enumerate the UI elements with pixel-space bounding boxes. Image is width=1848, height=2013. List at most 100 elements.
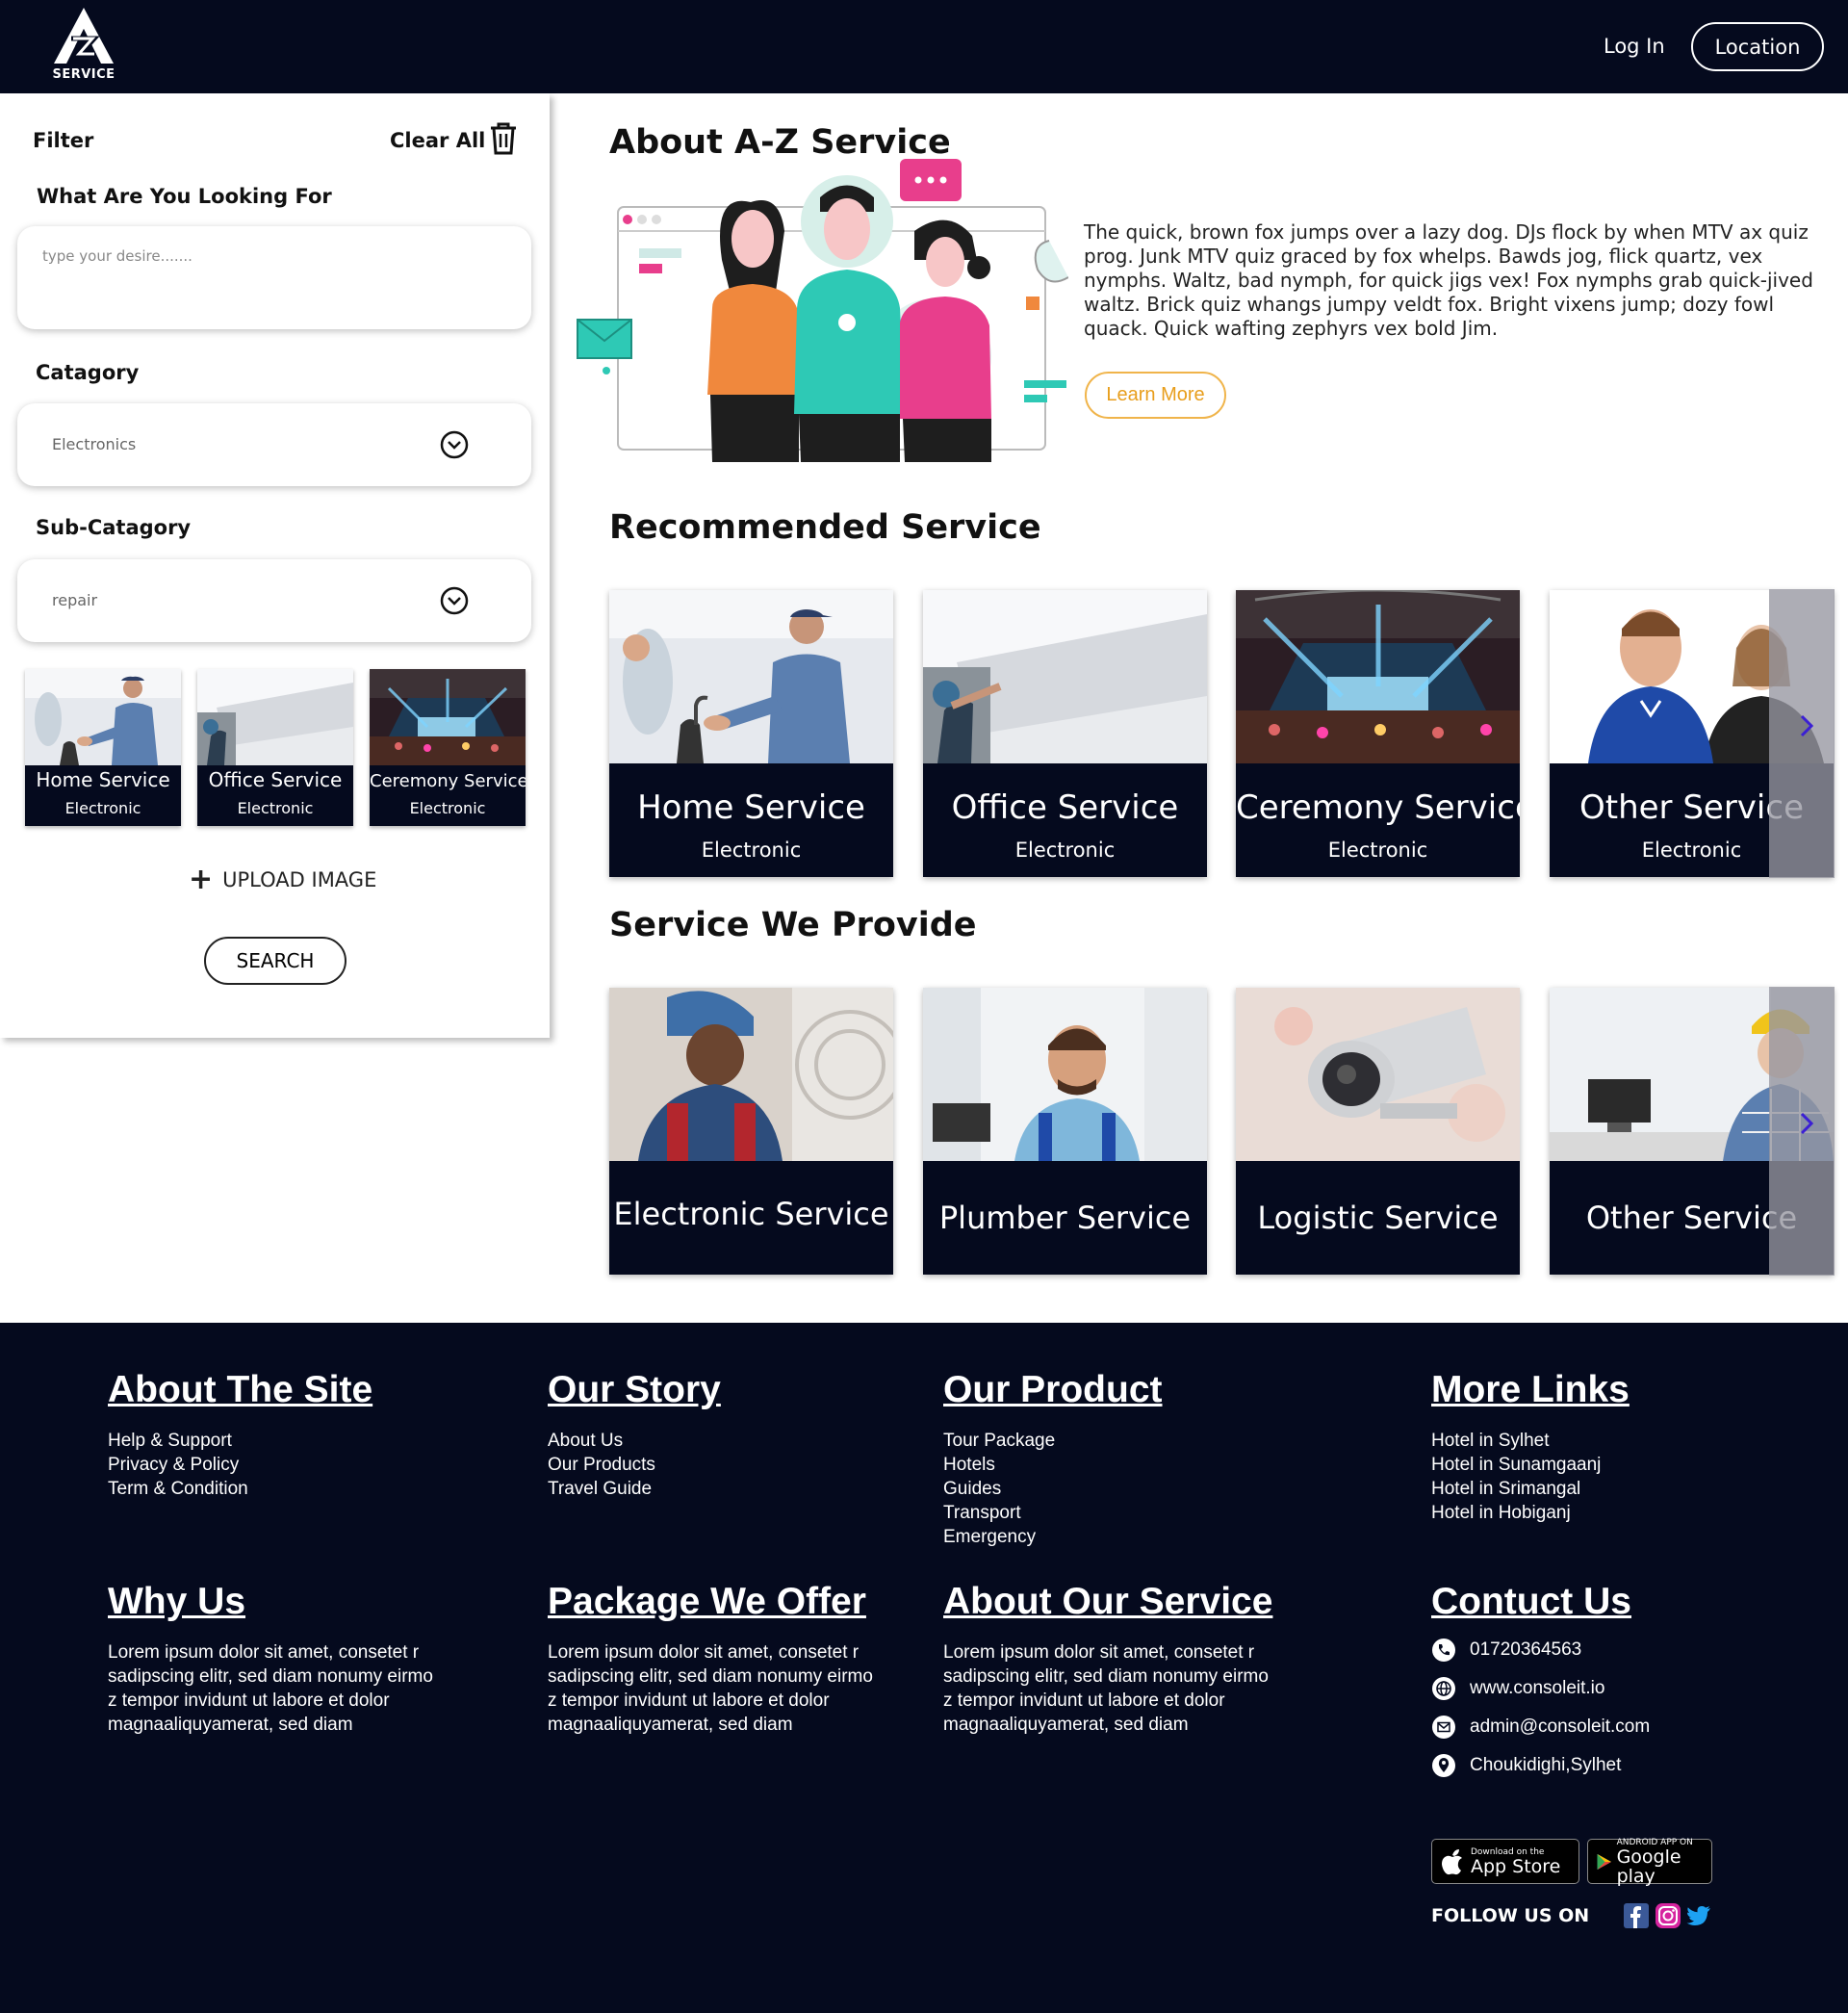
contact-address[interactable]: Choukidighi,Sylhet (1431, 1753, 1650, 1777)
footer-link[interactable]: Hotel in Srimangal (1431, 1477, 1630, 1501)
trash-icon[interactable] (489, 122, 518, 155)
recommended-card-ceremony[interactable]: Ceremony Service Electronic (1236, 590, 1520, 877)
search-button[interactable]: SEARCH (204, 937, 346, 985)
play-store-icon (1597, 1853, 1611, 1870)
mini-card-title: Ceremony Service (370, 771, 526, 791)
provide-card-electronic[interactable]: Electronic Service (609, 988, 893, 1275)
footer-link[interactable]: Hotel in Sunamgaanj (1431, 1453, 1630, 1477)
plumber-service-photo (923, 988, 1207, 1161)
location-button[interactable]: Location (1691, 22, 1824, 71)
recommended-title: Recommended Service (609, 508, 1041, 547)
mini-card-ceremony-service[interactable]: Ceremony Service Electronic (370, 669, 526, 826)
subcategory-select[interactable]: repair (17, 559, 531, 642)
chevron-down-icon (440, 430, 469, 459)
about-text: The quick, brown fox jumps over a lazy d… (1084, 220, 1813, 340)
category-label: Catagory (36, 361, 140, 384)
footer-link[interactable]: Transport (943, 1501, 1163, 1525)
clear-all-button[interactable]: Clear All (390, 129, 485, 152)
site-logo[interactable]: SERVICE (50, 6, 123, 85)
logo-mark-icon (54, 8, 114, 64)
logistic-service-photo (1236, 988, 1520, 1161)
filter-sidebar: Filter Clear All What Are You Looking Fo… (0, 93, 550, 1038)
footer-paragraph: Lorem ipsum dolor sit amet, consetet r s… (548, 1642, 873, 1735)
footer-link[interactable]: Hotel in Sylhet (1431, 1429, 1630, 1453)
footer-link[interactable]: Tour Package (943, 1429, 1163, 1453)
ceremony-service-photo (370, 669, 526, 765)
provide-card-plumber[interactable]: Plumber Service (923, 988, 1207, 1275)
footer-heading: About Our Service (943, 1581, 1273, 1622)
office-service-photo (197, 669, 353, 765)
footer-link[interactable]: Guides (943, 1477, 1163, 1501)
mail-icon (1432, 1715, 1455, 1739)
login-link[interactable]: Log In (1604, 35, 1665, 58)
globe-icon (1432, 1676, 1455, 1700)
footer-heading: More Links (1431, 1369, 1630, 1410)
footer-link[interactable]: Our Products (548, 1453, 721, 1477)
footer-package: Package We Offer Lorem ipsum dolor sit a… (548, 1581, 885, 1737)
contact-address-text: Choukidighi,Sylhet (1470, 1754, 1622, 1775)
location-pin-icon (1432, 1753, 1455, 1777)
footer-heading: Our Product (943, 1369, 1163, 1410)
contact-phone[interactable]: 01720364563 (1431, 1638, 1650, 1662)
footer-link[interactable]: Hotel in Hobiganj (1431, 1501, 1630, 1525)
top-nav-bar: SERVICE Log In Location (0, 0, 1848, 93)
facebook-icon[interactable] (1624, 1903, 1649, 1928)
footer-our-story: Our Story About Us Our Products Travel G… (548, 1369, 721, 1501)
learn-more-button[interactable]: Learn More (1085, 372, 1226, 419)
mini-card-subtitle: Electronic (409, 799, 486, 817)
chevron-right-icon (1800, 1112, 1813, 1135)
google-play-small: ANDROID APP ON (1616, 1837, 1693, 1847)
recommended-card-home[interactable]: Home Service Electronic (609, 590, 893, 877)
footer-why-us: Why Us Lorem ipsum dolor sit amet, conse… (108, 1581, 445, 1737)
footer-heading: Our Story (548, 1369, 721, 1410)
team-illustration (577, 159, 1068, 462)
mini-card-subtitle: Electronic (237, 799, 314, 817)
footer-contact: Contuct Us 01720364563 www.consoleit.io (1431, 1581, 1650, 1777)
desire-input[interactable] (42, 247, 504, 305)
contact-email-text: admin@consoleit.com (1470, 1716, 1651, 1737)
google-play-big: Google play (1616, 1845, 1681, 1887)
footer-about-service: About Our Service Lorem ipsum dolor sit … (943, 1581, 1280, 1737)
follow-us-label: FOLLOW US ON (1431, 1905, 1590, 1926)
footer-heading: About The Site (108, 1369, 373, 1410)
phone-icon (1432, 1638, 1455, 1662)
mini-card-title: Home Service (36, 768, 170, 791)
chevron-right-icon (1800, 714, 1813, 737)
footer-link[interactable]: Hotels (943, 1453, 1163, 1477)
recommended-next-arrow[interactable] (1769, 589, 1835, 878)
footer-link[interactable]: Privacy & Policy (108, 1453, 372, 1477)
footer-link[interactable]: Emergency (943, 1525, 1163, 1549)
card-subtitle: Electronic (1014, 839, 1116, 862)
upload-image-button[interactable]: + UPLOAD IMAGE (189, 865, 376, 894)
card-title: Home Service (637, 788, 865, 827)
contact-website[interactable]: www.consoleit.io (1431, 1676, 1650, 1700)
home-service-photo (25, 669, 181, 765)
category-select[interactable]: Electronics (17, 403, 531, 486)
office-service-photo (923, 590, 1207, 763)
card-title: Plumber Service (938, 1200, 1192, 1236)
logo-text: SERVICE (52, 67, 116, 82)
mini-card-office-service[interactable]: Office Service Electronic (197, 669, 353, 826)
footer-link[interactable]: Travel Guide (548, 1477, 721, 1501)
twitter-icon[interactable] (1686, 1903, 1711, 1928)
contact-website-text: www.consoleit.io (1470, 1677, 1605, 1698)
app-store-big: App Store (1471, 1855, 1561, 1877)
footer-link[interactable]: Help & Support (108, 1429, 372, 1453)
footer-link[interactable]: About Us (548, 1429, 721, 1453)
recommended-card-office[interactable]: Office Service Electronic (923, 590, 1207, 877)
mini-card-title: Office Service (208, 768, 343, 791)
mini-card-home-service[interactable]: Home Service Electronic (25, 669, 181, 826)
footer-paragraph: Lorem ipsum dolor sit amet, consetet r s… (108, 1642, 433, 1735)
card-title: Electronic Service (613, 1196, 889, 1232)
instagram-icon[interactable] (1656, 1903, 1681, 1928)
app-store-badge[interactable]: Download on the App Store (1431, 1839, 1579, 1884)
card-subtitle: Electronic (701, 839, 802, 862)
footer-link[interactable]: Term & Condition (108, 1477, 372, 1501)
contact-email[interactable]: admin@consoleit.com (1431, 1715, 1650, 1739)
provide-card-logistic[interactable]: Logistic Service (1236, 988, 1520, 1275)
looking-for-label: What Are You Looking For (37, 185, 332, 208)
provide-title: Service We Provide (609, 906, 977, 944)
provide-next-arrow[interactable] (1769, 987, 1835, 1276)
ceremony-service-photo (1236, 590, 1520, 763)
google-play-badge[interactable]: ANDROID APP ON Google play (1587, 1837, 1712, 1887)
